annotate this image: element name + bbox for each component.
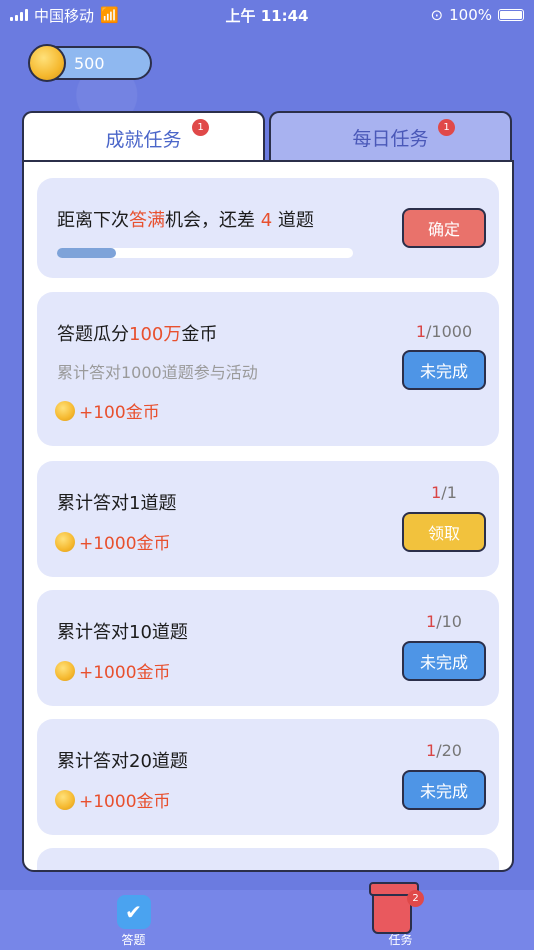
tab-achievement-tasks[interactable]: 成就任务 1 <box>22 111 265 163</box>
battery-icon <box>498 9 524 21</box>
notification-badge: 1 <box>192 119 209 136</box>
status-bar: 中国移动 📶 上午 11:44 ⊙ 100% <box>0 0 534 30</box>
progress-bar <box>57 248 353 258</box>
task-reward: +100金币 <box>55 398 160 423</box>
task-title-prefix: 答题瓜分 <box>57 324 129 345</box>
nav-label: 答题 <box>121 933 146 947</box>
nav-tasks[interactable]: 2 任务 <box>267 882 534 950</box>
count-total: /1 <box>441 483 457 502</box>
task-reward: +1000金币 <box>55 658 171 683</box>
task-progress-count: 1/1 <box>402 483 486 502</box>
task-tabs: 成就任务 1 每日任务 1 <box>22 111 514 163</box>
task-card-partial <box>37 848 499 870</box>
task-title: 累计答对10道题 <box>57 622 188 643</box>
count-done: 1 <box>431 483 442 502</box>
claim-button[interactable]: 领取 <box>402 512 486 552</box>
task-panel: 距离下次答满机会，还差 4 道题 确定 答题瓜分100万金币 1/1000 累计… <box>22 160 514 872</box>
task-title: 累计答对1道题 <box>57 493 177 514</box>
task-title: 累计答对20道题 <box>57 751 188 772</box>
incomplete-button[interactable]: 未完成 <box>402 770 486 810</box>
clock: 上午 11:44 <box>225 6 309 25</box>
bottom-nav: ✔ 答题 2 任务 <box>0 882 534 950</box>
reward-label: +1000金币 <box>79 534 171 554</box>
incomplete-button[interactable]: 未完成 <box>402 350 486 390</box>
count-total: /1000 <box>426 322 473 341</box>
tab-daily-tasks[interactable]: 每日任务 1 <box>269 111 512 161</box>
chance-title-suffix: 道题 <box>277 210 314 231</box>
chance-remaining-count: 4 <box>260 210 273 231</box>
chance-card: 距离下次答满机会，还差 4 道题 确定 <box>37 178 499 278</box>
check-icon: ✔ <box>116 895 151 929</box>
coin-balance-value: 500 <box>74 53 105 73</box>
chance-title: 距离下次答满机会，还差 4 道题 <box>57 206 314 232</box>
tab-label: 每日任务 <box>352 127 429 150</box>
incomplete-button[interactable]: 未完成 <box>402 641 486 681</box>
task-card: 累计答对20道题 1/20 +1000金币 未完成 <box>37 719 499 835</box>
task-card: 累计答对10道题 1/10 +1000金币 未完成 <box>37 590 499 706</box>
notification-badge: 1 <box>438 119 455 136</box>
task-title: 答题瓜分100万金币 <box>57 320 217 346</box>
coin-icon <box>28 44 66 82</box>
chance-title-prefix: 距离下次 <box>57 210 129 231</box>
reward-label: +100金币 <box>79 403 160 423</box>
task-card: 累计答对1道题 1/1 +1000金币 领取 <box>37 461 499 577</box>
notification-badge: 2 <box>407 890 424 907</box>
count-done: 1 <box>426 741 437 760</box>
task-list-icon <box>369 882 419 934</box>
count-total: /10 <box>436 612 462 631</box>
task-reward: +1000金币 <box>55 529 171 554</box>
progress-fill <box>57 248 117 258</box>
coin-icon <box>55 660 75 681</box>
coin-icon <box>55 531 75 552</box>
task-card: 答题瓜分100万金币 1/1000 累计答对1000道题参与活动 +100金币 … <box>37 292 499 446</box>
count-done: 1 <box>426 612 437 631</box>
task-reward: +1000金币 <box>55 787 171 812</box>
tab-label: 成就任务 <box>105 128 182 151</box>
task-title-suffix: 金币 <box>181 324 218 345</box>
task-progress-count: 1/1000 <box>402 322 486 341</box>
task-progress-count: 1/10 <box>402 612 486 631</box>
coin-icon <box>55 400 75 421</box>
coin-icon <box>55 789 75 810</box>
chance-title-middle: 机会，还差 <box>165 210 255 231</box>
reward-label: +1000金币 <box>79 792 171 812</box>
confirm-button[interactable]: 确定 <box>402 208 486 248</box>
task-description: 累计答对1000道题参与活动 <box>57 363 258 382</box>
count-done: 1 <box>415 322 427 341</box>
task-title-highlight: 100万 <box>129 324 182 345</box>
chance-title-highlight: 答满 <box>129 210 165 231</box>
count-total: /20 <box>436 741 462 760</box>
reward-label: +1000金币 <box>79 663 171 683</box>
nav-answer[interactable]: ✔ 答题 <box>0 890 267 950</box>
task-progress-count: 1/20 <box>402 741 486 760</box>
coin-balance: 500 <box>28 44 152 82</box>
